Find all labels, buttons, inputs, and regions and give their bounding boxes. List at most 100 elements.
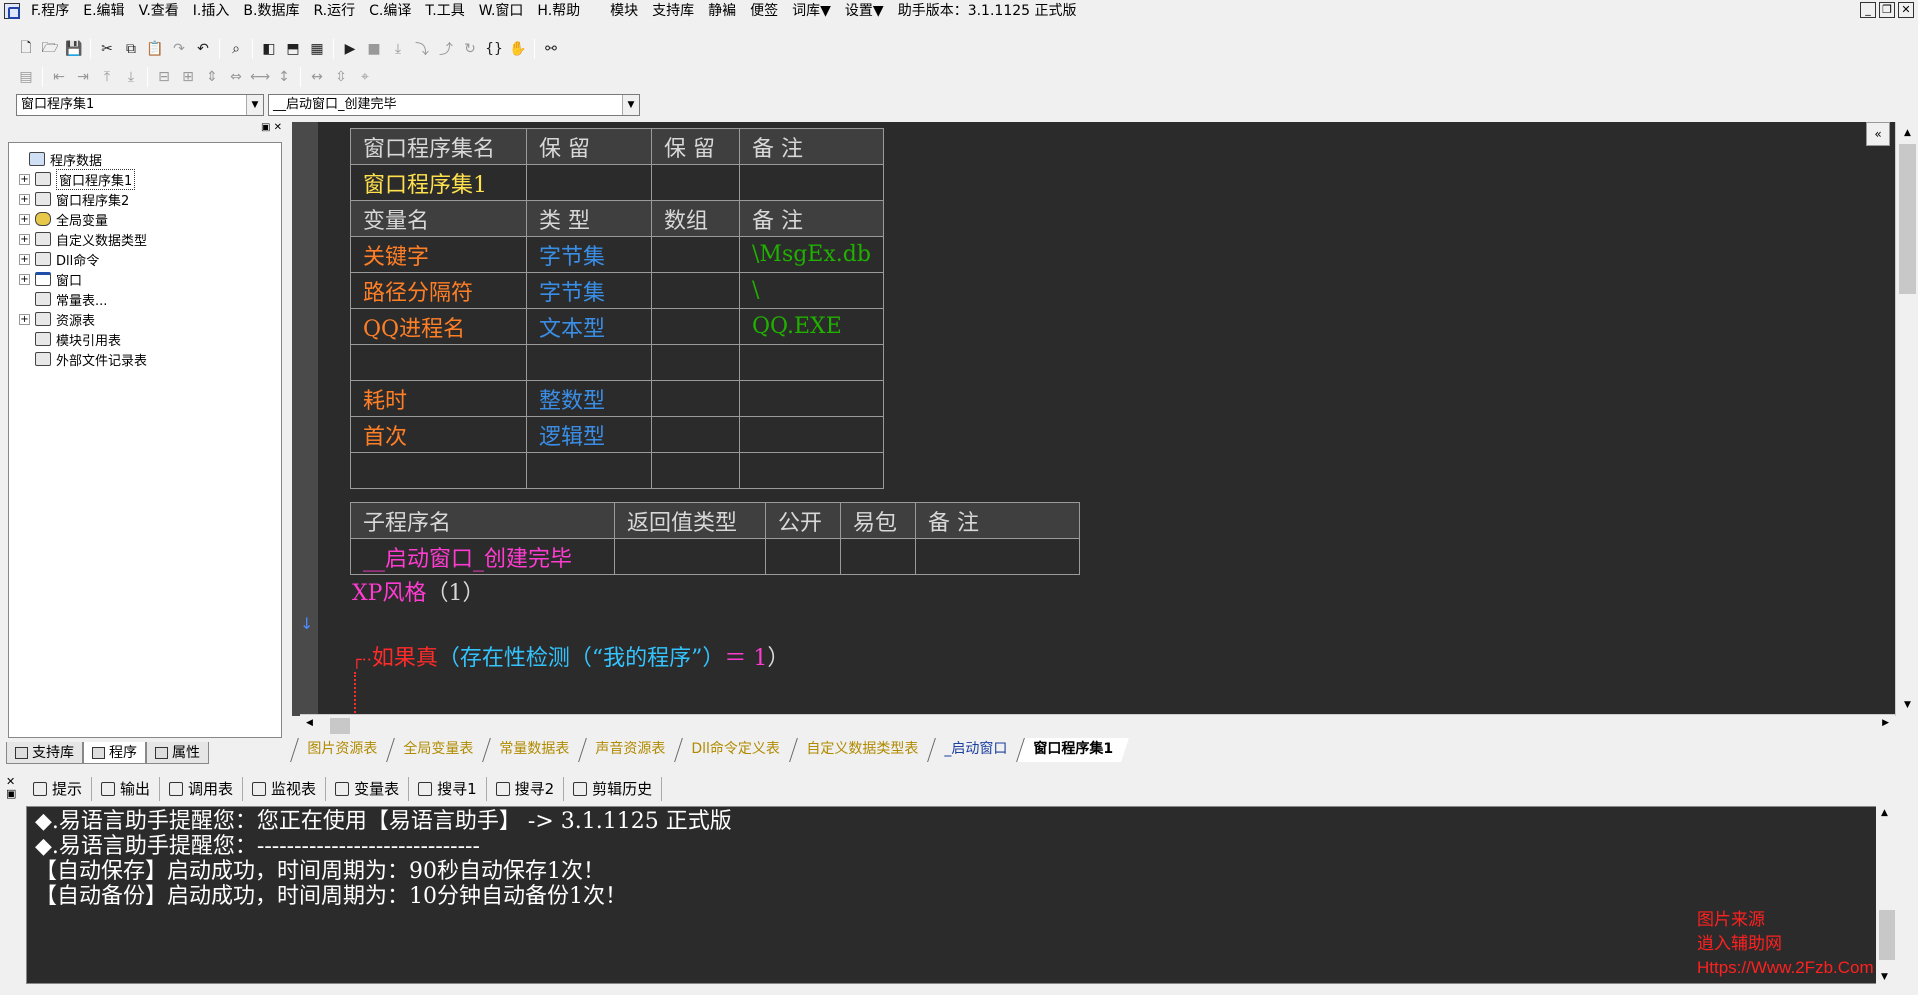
new-file-icon[interactable]: 🗋 <box>14 38 38 60</box>
minimize-button[interactable]: _ <box>1860 2 1876 18</box>
table-cell[interactable]: 耗时 <box>350 380 527 417</box>
close-button[interactable]: ✕ <box>1898 2 1914 18</box>
align-left-icon[interactable]: ⇤ <box>47 66 71 88</box>
tree-item[interactable]: 常量表... <box>13 289 277 309</box>
table-cell[interactable]: 文本型 <box>526 308 652 345</box>
table-cell[interactable] <box>526 344 652 381</box>
table-cell[interactable] <box>651 416 740 453</box>
table-cell[interactable] <box>614 538 766 575</box>
align-bottom-icon[interactable]: ⤓ <box>119 66 143 88</box>
paste-icon[interactable]: 📋 <box>143 38 167 60</box>
run-icon[interactable]: ▶ <box>338 38 362 60</box>
scroll-up-icon[interactable]: ▲ <box>1881 808 1888 818</box>
expand-icon[interactable]: + <box>19 313 30 325</box>
tab-support-lib[interactable]: 支持库 <box>6 742 83 764</box>
restore-button[interactable]: ❐ <box>1879 2 1895 18</box>
bottom-tab[interactable]: 输出 <box>92 777 161 801</box>
table-cell[interactable]: 数组 <box>651 200 740 237</box>
menu-support-lib[interactable]: 支持库 <box>645 0 701 22</box>
code-line-if-true[interactable]: ┌··如果真（存在性检测（“我的程序”）＝ 1） <box>352 640 789 672</box>
align-grid-icon[interactable]: ▤ <box>14 66 38 88</box>
layout-table-icon[interactable]: ▦ <box>305 38 329 60</box>
menu-tools[interactable]: T.工具 <box>418 0 471 22</box>
stop-icon[interactable]: ■ <box>362 38 386 60</box>
table-cell[interactable]: 窗口程序集名 <box>350 128 527 165</box>
menu-module[interactable]: 模块 <box>603 0 645 22</box>
expand-icon[interactable]: + <box>19 253 30 265</box>
layout-left-icon[interactable]: ◧ <box>257 38 281 60</box>
table-cell[interactable]: 保 留 <box>526 128 652 165</box>
menu-static[interactable]: 静褊 <box>701 0 743 22</box>
menu-program[interactable]: F.程序 <box>24 0 76 22</box>
step-out-icon[interactable]: ⤴ <box>434 38 458 60</box>
expand-icon[interactable]: + <box>19 173 30 185</box>
bottom-tab[interactable]: 调用表 <box>160 777 244 801</box>
tree-item[interactable]: + 资源表 <box>13 309 277 329</box>
subroutine-select[interactable]: __启动窗口_创建完毕 ▼ <box>268 94 640 116</box>
bottom-tab[interactable]: 搜寻2 <box>487 777 565 801</box>
resize-v-icon[interactable]: ⇳ <box>329 66 353 88</box>
table-cell[interactable]: 关键字 <box>350 236 527 273</box>
table-cell[interactable] <box>651 164 740 201</box>
scroll-thumb[interactable] <box>1899 144 1916 294</box>
collapse-panel-button[interactable]: « <box>1866 122 1890 146</box>
redo-icon[interactable]: ↷ <box>167 38 191 60</box>
save-icon[interactable]: 💾 <box>62 38 86 60</box>
tree-item[interactable]: + 全局变量 <box>13 209 277 229</box>
table-cell[interactable] <box>651 344 740 381</box>
table-cell[interactable] <box>739 344 884 381</box>
menu-lexicon[interactable]: 词库▼ <box>785 0 838 22</box>
menu-edit[interactable]: E.编辑 <box>76 0 131 22</box>
table-cell[interactable] <box>840 538 916 575</box>
table-cell[interactable] <box>651 452 740 489</box>
copy-icon[interactable]: ⧉ <box>119 38 143 60</box>
open-folder-icon[interactable]: 🗁 <box>38 38 62 60</box>
bottom-tab[interactable]: 搜寻1 <box>409 777 487 801</box>
resize-h-icon[interactable]: ↔ <box>305 66 329 88</box>
editor-tab[interactable]: 窗口程序集1 <box>1015 738 1129 762</box>
same-width-icon[interactable]: ⇔ <box>224 66 248 88</box>
table-cell[interactable]: 变量名 <box>350 200 527 237</box>
menu-compile[interactable]: C.编译 <box>362 0 418 22</box>
menu-settings[interactable]: 设置▼ <box>838 0 891 22</box>
chevron-down-icon[interactable]: ▼ <box>622 95 639 115</box>
editor-tab[interactable]: _启动窗口 <box>926 738 1023 762</box>
table-cell[interactable] <box>350 344 527 381</box>
step-into-icon[interactable]: ⤵ <box>410 38 434 60</box>
table-cell[interactable] <box>765 538 841 575</box>
table-cell[interactable] <box>739 164 884 201</box>
table-cell[interactable]: 首次 <box>350 416 527 453</box>
menu-view[interactable]: V.查看 <box>132 0 186 22</box>
binoculars-icon[interactable]: ⚯ <box>539 38 563 60</box>
assembly-select[interactable]: 窗口程序集1 ▼ <box>16 94 264 116</box>
tree-item[interactable]: 程序数据 <box>13 149 277 169</box>
expand-icon[interactable]: + <box>19 193 30 205</box>
tree-item[interactable]: + 窗口程序集1 <box>13 168 277 190</box>
output-panel[interactable]: ◆.易语言助手提醒您：您正在使用【易语言助手】 -> 3.1.1125 正式版 ◆… <box>26 806 1896 984</box>
bottom-tab[interactable]: 提示 <box>24 777 93 801</box>
scroll-down-icon[interactable]: ▼ <box>1899 696 1916 714</box>
chevron-down-icon[interactable]: ▼ <box>246 95 263 115</box>
table-cell[interactable]: 路径分隔符 <box>350 272 527 309</box>
align-right-icon[interactable]: ⇥ <box>71 66 95 88</box>
table-cell[interactable] <box>915 538 1080 575</box>
tree-item[interactable]: 模块引用表 <box>13 329 277 349</box>
tree-item[interactable]: 外部文件记录表 <box>13 349 277 369</box>
layout-top-icon[interactable]: ⬒ <box>281 38 305 60</box>
table-cell[interactable] <box>526 452 652 489</box>
table-cell[interactable]: 窗口程序集1 <box>350 164 527 201</box>
table-cell[interactable] <box>651 236 740 273</box>
scroll-down-icon[interactable]: ▼ <box>1881 972 1888 982</box>
undo-icon[interactable]: ↶ <box>191 38 215 60</box>
tab-program[interactable]: 程序 <box>83 742 146 764</box>
menu-window[interactable]: W.窗口 <box>472 0 531 22</box>
center-v-icon[interactable]: ⊞ <box>176 66 200 88</box>
center-h-icon[interactable]: ⊟ <box>152 66 176 88</box>
align-top-icon[interactable]: ⤒ <box>95 66 119 88</box>
table-cell[interactable]: \MsgEx.db <box>739 236 884 273</box>
bottom-tab[interactable]: 监视表 <box>243 777 327 801</box>
code-line-xp-style[interactable]: XP风格（1） <box>352 575 484 607</box>
pin-icon[interactable]: ▣ <box>6 788 16 800</box>
table-cell[interactable] <box>739 452 884 489</box>
editor-vertical-scrollbar[interactable]: ▲ ▼ <box>1895 122 1918 716</box>
